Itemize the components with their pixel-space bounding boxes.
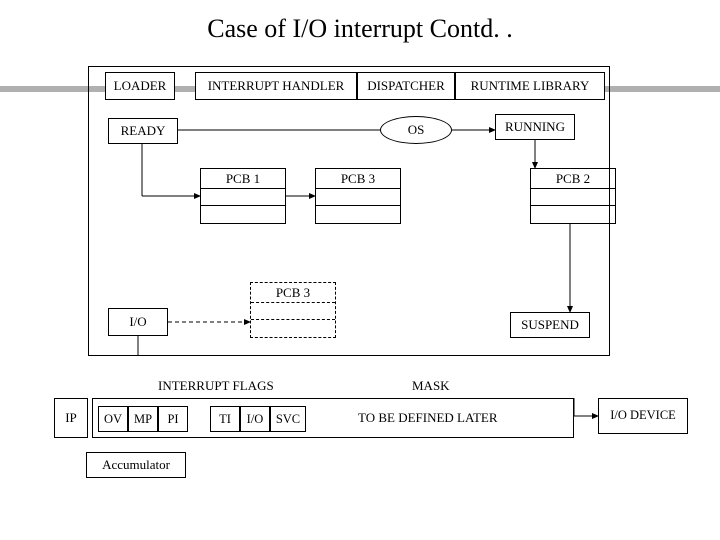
diagram-stage: LOADER INTERRUPT HANDLER DISPATCHER RUNT…	[0, 50, 720, 540]
label-mask: MASK	[412, 378, 450, 394]
label-tbdl: TO BE DEFINED LATER	[358, 410, 498, 426]
slide-title: Case of I/O interrupt Contd. .	[0, 0, 720, 50]
box-ip: IP	[54, 398, 88, 438]
flag-svc: SVC	[270, 406, 306, 432]
box-io-device: I/O DEVICE	[598, 398, 688, 434]
box-accumulator: Accumulator	[86, 452, 186, 478]
label-interrupt-flags: INTERRUPT FLAGS	[158, 378, 274, 394]
big-frame	[88, 66, 610, 356]
flag-pi: PI	[158, 406, 188, 432]
flag-mp: MP	[128, 406, 158, 432]
flag-io: I/O	[240, 406, 270, 432]
flag-ov: OV	[98, 406, 128, 432]
flag-ti: TI	[210, 406, 240, 432]
